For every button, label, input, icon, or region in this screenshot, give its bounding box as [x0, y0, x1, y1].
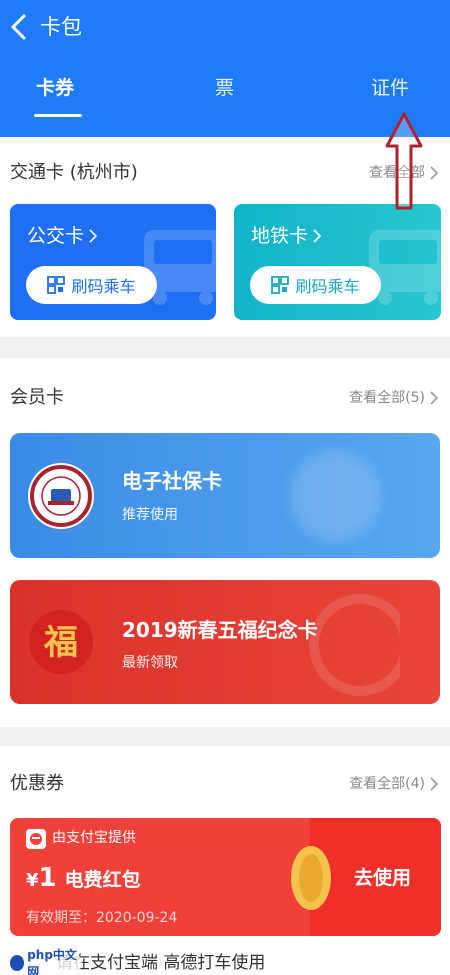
chevron-right-icon — [430, 391, 438, 405]
social-security-card-subtitle: 推荐使用 — [122, 507, 178, 523]
blurred-photo — [290, 451, 380, 541]
five-blessings-card[interactable]: 福 2019新春五福纪念卡 最新领取 — [10, 580, 440, 704]
alipay-icon — [26, 829, 46, 849]
social-security-card-name: 电子社保卡 — [122, 469, 222, 493]
chevron-right-icon — [89, 229, 98, 243]
site-watermark: php中文网 — [6, 948, 82, 975]
next-coupon-partial-text: 请在支付宝端 高德打车使用 — [56, 953, 266, 973]
top-bar: 卡包 卡券 票 证件 — [0, 0, 450, 137]
coupon-value: 1 — [38, 863, 57, 893]
coupon-provider: 由支付宝提供 — [52, 830, 136, 846]
bus-card[interactable]: 公交卡 刷码乘车 — [10, 204, 216, 320]
tab-documents[interactable]: 证件 — [371, 74, 409, 102]
page-title: 卡包 — [40, 15, 82, 39]
bus-scan-ride-button[interactable]: 刷码乘车 — [26, 266, 157, 304]
coupon-amount: ¥1 电费红包 — [26, 862, 141, 897]
metro-scan-ride-button[interactable]: 刷码乘车 — [250, 266, 381, 304]
chevron-right-icon — [430, 777, 438, 791]
five-blessings-card-subtitle: 最新领取 — [122, 655, 178, 671]
coupon-name: 电费红包 — [64, 869, 141, 891]
gold-coin-icon — [291, 846, 331, 910]
view-all-membership-link[interactable]: 查看全部(5) — [349, 387, 438, 409]
coupon-card[interactable]: 由支付宝提供 ¥1 电费红包 有效期至：2020-09-24 去使用 — [10, 818, 441, 936]
fu-character-icon: 福 — [29, 610, 93, 674]
metro-card-label: 地铁卡 — [251, 225, 309, 247]
section-title-coupons: 优惠券 — [10, 773, 64, 794]
currency-symbol: ¥ — [26, 870, 39, 891]
use-coupon-button[interactable]: 去使用 — [354, 862, 411, 894]
bus-scan-ride-label: 刷码乘车 — [71, 277, 136, 296]
active-tab-indicator — [34, 114, 82, 117]
watermark-text: php中文网 — [27, 948, 77, 975]
metro-scan-ride-label: 刷码乘车 — [295, 277, 360, 296]
view-all-label: 查看全部(5) — [349, 390, 425, 406]
qr-code-icon — [47, 276, 66, 294]
bus-card-label: 公交卡 — [27, 225, 85, 247]
metro-card[interactable]: 地铁卡 刷码乘车 — [234, 204, 441, 320]
five-blessings-card-name: 2019新春五福纪念卡 — [122, 618, 318, 642]
tab-tickets[interactable]: 票 — [215, 74, 234, 102]
svg-text:福: 福 — [43, 623, 78, 663]
bus-card-name: 公交卡 — [27, 222, 98, 250]
view-all-coupons-link[interactable]: 查看全部(4) — [349, 773, 438, 795]
decoration-watermark-icon — [309, 594, 400, 696]
tab-coupons[interactable]: 卡券 — [36, 74, 74, 102]
view-all-label: 查看全部(4) — [349, 776, 425, 792]
chevron-right-icon — [430, 166, 438, 180]
coupon-expiry: 有效期至：2020-09-24 — [26, 910, 178, 926]
section-title-transit: 交通卡 (杭州市) — [10, 162, 138, 183]
back-arrow-icon[interactable] — [6, 12, 34, 42]
metro-card-name: 地铁卡 — [251, 222, 322, 250]
social-security-seal-icon — [28, 463, 94, 529]
php-logo-icon — [10, 955, 25, 971]
qr-code-icon — [271, 276, 290, 294]
annotation-arrow-icon — [385, 112, 423, 210]
chevron-right-icon — [313, 229, 322, 243]
section-title-membership: 会员卡 — [10, 387, 64, 408]
social-security-card[interactable]: 电子社保卡 推荐使用 — [10, 433, 440, 558]
